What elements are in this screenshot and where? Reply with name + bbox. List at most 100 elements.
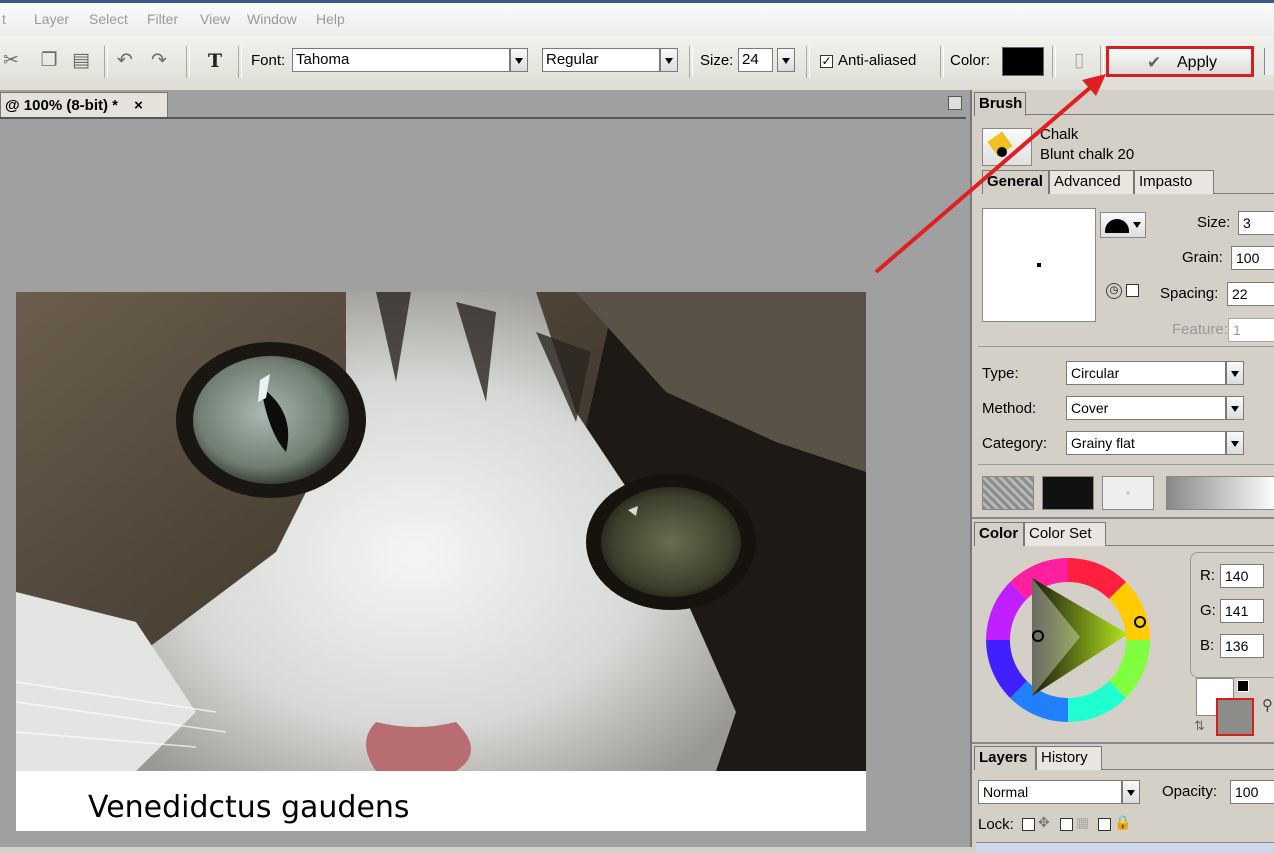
brush-preview xyxy=(982,208,1096,322)
menu-item-help[interactable]: Help xyxy=(316,11,345,27)
menu-item-filter[interactable]: Filter xyxy=(147,11,178,27)
tab-general[interactable]: General xyxy=(982,170,1049,194)
menu-item-edit[interactable]: t xyxy=(2,11,6,27)
document-tab-title: @ 100% (8-bit) * xyxy=(5,97,118,114)
type-label: Type: xyxy=(982,365,1019,382)
cat-photo-canvas[interactable] xyxy=(16,292,866,771)
undo-icon[interactable]: ↶ xyxy=(114,50,136,72)
menu-bar: t Layer Select Filter View Window Help xyxy=(0,0,1274,36)
swap-colors-icon[interactable] xyxy=(1237,680,1249,692)
paper-texture-button[interactable] xyxy=(982,476,1034,510)
method-select[interactable]: Cover xyxy=(1066,396,1226,420)
chevron-down-icon xyxy=(1133,222,1141,228)
menu-item-layer[interactable]: Layer xyxy=(34,11,69,27)
blend-mode-select[interactable]: Normal xyxy=(978,780,1122,804)
anti-aliased-checkbox[interactable]: ✓ xyxy=(820,55,833,68)
document-tab[interactable]: @ 100% (8-bit) * × xyxy=(0,92,168,119)
checkmark-icon: ✔ xyxy=(1147,53,1162,72)
toolbar-button-partial[interactable] xyxy=(1264,48,1274,75)
panel-divider xyxy=(1026,114,1274,115)
brush-size-field[interactable]: 3 xyxy=(1238,211,1274,235)
toolbar-separator xyxy=(238,46,242,78)
toolbar-separator xyxy=(940,46,944,78)
reset-colors-icon[interactable]: ⇅ xyxy=(1194,718,1205,734)
paste-icon[interactable]: ▤ xyxy=(70,50,92,72)
spacing-lock-checkbox[interactable] xyxy=(1126,284,1139,297)
panel-divider xyxy=(1102,769,1274,770)
panel-divider xyxy=(972,517,1274,519)
g-label: G: xyxy=(1200,602,1216,619)
panel-divider xyxy=(1214,193,1274,194)
panel-divider xyxy=(978,464,1274,465)
color-wheel[interactable] xyxy=(980,552,1156,728)
apply-button[interactable]: ✔ Apply xyxy=(1106,46,1254,77)
cat-photo xyxy=(16,292,866,771)
eyedropper-icon[interactable]: ⚲ xyxy=(1262,696,1273,714)
layer-list[interactable] xyxy=(976,842,1274,853)
tab-impasto[interactable]: Impasto xyxy=(1134,170,1214,194)
lock-transparency-checkbox[interactable] xyxy=(1022,818,1035,831)
main-color-swatch[interactable] xyxy=(1216,698,1254,736)
opacity-field[interactable]: 100 xyxy=(1230,780,1274,804)
gradient-button[interactable] xyxy=(1166,476,1274,510)
tab-color[interactable]: Color xyxy=(974,522,1024,546)
document-icon[interactable]: ▯ xyxy=(1068,50,1090,72)
font-size-field[interactable]: 24 xyxy=(738,48,773,72)
brush-spacing-field[interactable]: 22 xyxy=(1227,282,1274,306)
text-color-swatch[interactable] xyxy=(1002,47,1044,76)
category-label: Category: xyxy=(982,435,1048,452)
category-select[interactable]: Grainy flat xyxy=(1066,431,1226,455)
tab-brush[interactable]: Brush xyxy=(974,92,1026,116)
dab-shape-icon xyxy=(1105,219,1129,233)
close-icon[interactable]: × xyxy=(134,97,143,114)
text-tool-icon: T xyxy=(207,50,223,72)
size-label: Size: xyxy=(1197,214,1231,231)
chevron-down-icon[interactable] xyxy=(777,48,795,72)
flow-map-button[interactable] xyxy=(1042,476,1094,510)
lock-all-checkbox[interactable] xyxy=(1098,818,1111,831)
tab-history[interactable]: History xyxy=(1036,746,1102,770)
menu-item-view[interactable]: View xyxy=(200,11,230,27)
menu-item-select[interactable]: Select xyxy=(89,11,128,27)
panel-menu-icon[interactable] xyxy=(948,96,962,110)
chevron-down-icon[interactable] xyxy=(1122,780,1140,804)
font-style-select[interactable]: Regular xyxy=(542,48,660,72)
tab-advanced[interactable]: Advanced xyxy=(1049,170,1134,194)
color-label: Color: xyxy=(950,52,991,69)
lock-icon: 🔒 xyxy=(1114,814,1132,830)
brush-variant-name: Blunt chalk 20 xyxy=(1040,146,1135,163)
brush-dot-icon xyxy=(997,147,1007,157)
pattern-button[interactable] xyxy=(1102,476,1154,510)
chevron-down-icon[interactable] xyxy=(1226,396,1244,420)
brush-grain-field[interactable]: 100 xyxy=(1231,246,1274,270)
toolbar-separator xyxy=(806,46,810,78)
chevron-down-icon[interactable] xyxy=(510,48,528,72)
anti-aliased-label: Anti-aliased xyxy=(838,52,917,69)
cut-icon[interactable]: ✂ xyxy=(0,50,22,72)
redo-icon[interactable]: ↷ xyxy=(148,50,170,72)
brush-category-button[interactable] xyxy=(982,128,1032,166)
tab-layers[interactable]: Layers xyxy=(974,746,1036,770)
brush-feature-field[interactable]: 1 xyxy=(1228,318,1274,342)
move-lock-icon: ✥ xyxy=(1038,814,1050,830)
toolbar-separator xyxy=(689,46,693,78)
apply-button-label: Apply xyxy=(1177,54,1218,71)
chevron-down-icon[interactable] xyxy=(1226,361,1244,385)
dab-type-button[interactable] xyxy=(1100,212,1146,238)
chevron-down-icon[interactable] xyxy=(1226,431,1244,455)
toolbar-separator xyxy=(104,46,108,78)
blue-value-field[interactable]: 136 xyxy=(1220,634,1264,658)
lock-label: Lock: xyxy=(978,816,1014,833)
green-value-field[interactable]: 141 xyxy=(1220,599,1264,623)
method-label: Method: xyxy=(982,400,1037,417)
tab-strip-line xyxy=(0,117,966,119)
tab-color-set[interactable]: Color Set xyxy=(1024,522,1106,546)
copy-icon[interactable]: ❐ xyxy=(38,50,60,72)
font-select[interactable]: Tahoma xyxy=(292,48,510,72)
red-value-field[interactable]: 140 xyxy=(1220,564,1264,588)
lock-position-checkbox[interactable] xyxy=(1060,818,1073,831)
chevron-down-icon[interactable] xyxy=(660,48,678,72)
caption-text[interactable]: Venedidctus gaudens xyxy=(88,790,410,825)
type-select[interactable]: Circular xyxy=(1066,361,1226,385)
menu-item-window[interactable]: Window xyxy=(247,11,297,27)
